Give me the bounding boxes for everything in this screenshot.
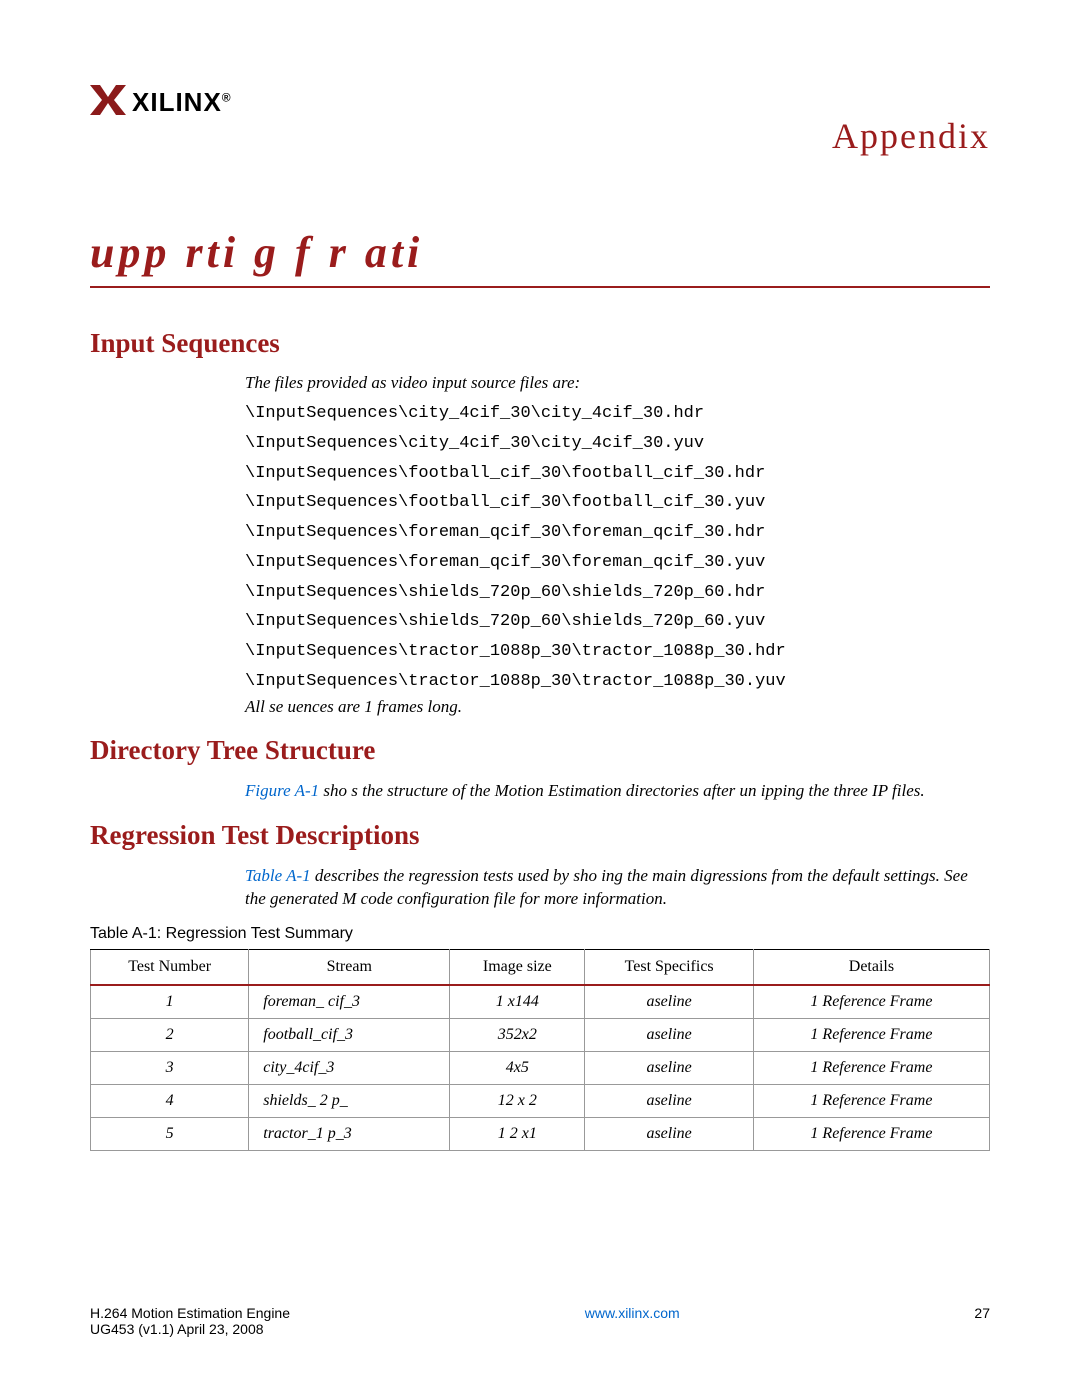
table-row: 3 city_4cif_3 4x5 aseline 1 Reference Fr…	[91, 1052, 990, 1085]
xilinx-logo-icon	[90, 85, 126, 120]
table-reference-link[interactable]: Table A-1	[245, 866, 311, 885]
footer-left: H.264 Motion Estimation Engine UG453 (v1…	[90, 1305, 290, 1337]
file-path: \InputSequences\football_cif_30\football…	[245, 459, 990, 489]
file-path: \InputSequences\football_cif_30\football…	[245, 488, 990, 518]
col-stream: Stream	[249, 950, 450, 986]
file-path: \InputSequences\shields_720p_60\shields_…	[245, 607, 990, 637]
page-number: 27	[974, 1305, 990, 1321]
col-details: Details	[753, 950, 989, 986]
file-path: \InputSequences\city_4cif_30\city_4cif_3…	[245, 399, 990, 429]
file-path: \InputSequences\shields_720p_60\shields_…	[245, 578, 990, 608]
regression-body: Table A-1 describes the regression tests…	[245, 865, 990, 911]
table-header-row: Test Number Stream Image size Test Speci…	[91, 950, 990, 986]
footer-url-link[interactable]: www.xilinx.com	[585, 1305, 680, 1321]
file-path: \InputSequences\foreman_qcif_30\foreman_…	[245, 548, 990, 578]
appendix-label: Appendix	[832, 115, 990, 157]
page-header: XILINX® Appendix	[90, 85, 990, 157]
col-test-specifics: Test Specifics	[585, 950, 754, 986]
col-test-number: Test Number	[91, 950, 249, 986]
table-caption: Table A-1: Regression Test Summary	[90, 925, 990, 943]
regression-para: Table A-1 describes the regression tests…	[245, 865, 990, 911]
chapter-title: upp rti g f r ati	[90, 227, 990, 288]
file-path: \InputSequences\tractor_1088p_30\tractor…	[245, 667, 990, 697]
logo-text: XILINX®	[132, 87, 232, 118]
input-intro: The files provided as video input source…	[245, 373, 990, 393]
page-footer: H.264 Motion Estimation Engine UG453 (v1…	[90, 1305, 990, 1337]
section-regression: Regression Test Descriptions	[90, 820, 990, 851]
col-image-size: Image size	[450, 950, 585, 986]
figure-reference-link[interactable]: Figure A-1	[245, 781, 319, 800]
table-row: 2 football_cif_3 352x2 aseline 1 Referen…	[91, 1019, 990, 1052]
directory-para: Figure A-1 sho s the structure of the Mo…	[245, 780, 990, 803]
file-path: \InputSequences\foreman_qcif_30\foreman_…	[245, 518, 990, 548]
input-outro: All se uences are 1 frames long.	[245, 697, 990, 717]
regression-table: Test Number Stream Image size Test Speci…	[90, 949, 990, 1151]
directory-tree-body: Figure A-1 sho s the structure of the Mo…	[245, 780, 990, 803]
file-path: \InputSequences\tractor_1088p_30\tractor…	[245, 637, 990, 667]
table-row: 5 tractor_1 p_3 1 2 x1 aseline 1 Referen…	[91, 1118, 990, 1151]
table-row: 4 shields_ 2 p_ 12 x 2 aseline 1 Referen…	[91, 1085, 990, 1118]
xilinx-logo: XILINX®	[90, 85, 232, 120]
input-sequences-body: The files provided as video input source…	[245, 373, 990, 717]
file-path: \InputSequences\city_4cif_30\city_4cif_3…	[245, 429, 990, 459]
section-directory-tree: Directory Tree Structure	[90, 735, 990, 766]
table-row: 1 foreman_ cif_3 1 x144 aseline 1 Refere…	[91, 985, 990, 1019]
section-input-sequences: Input Sequences	[90, 328, 990, 359]
